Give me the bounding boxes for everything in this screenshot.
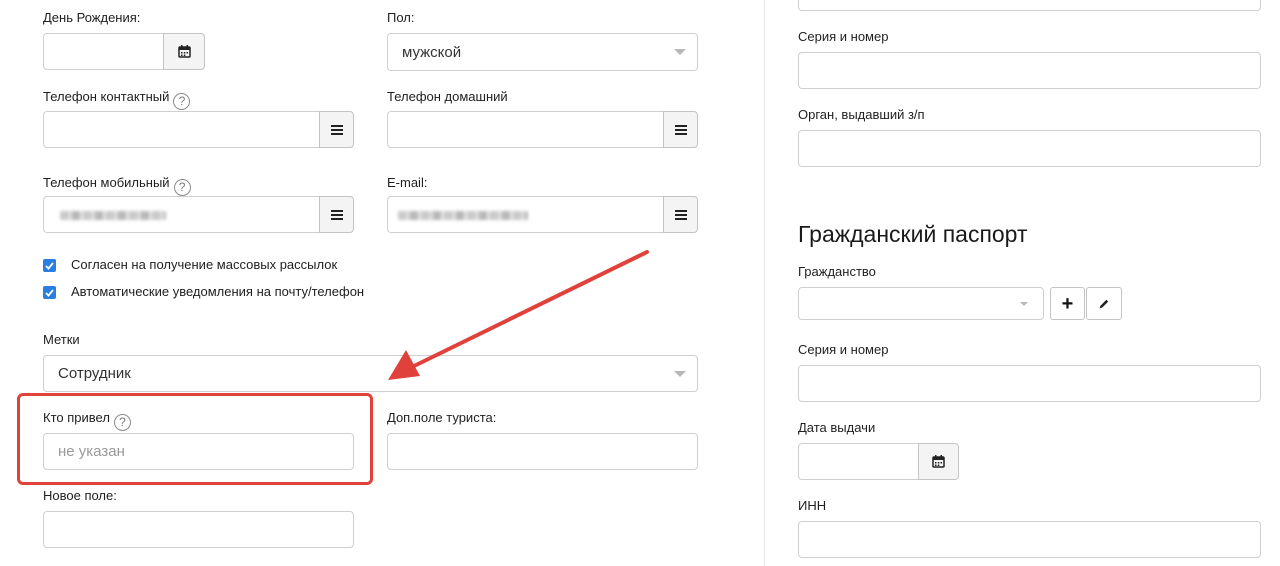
annotation-arrow <box>388 250 649 380</box>
tags-select-value: Сотрудник <box>58 365 131 382</box>
gender-select-value: мужской <box>402 43 462 61</box>
calendar-icon <box>932 455 945 468</box>
new-field-label: Новое поле: <box>43 488 117 503</box>
email-input[interactable] <box>387 196 665 233</box>
issue-date-input[interactable] <box>798 443 920 480</box>
annotation-highlight-box <box>17 393 373 485</box>
citizenship-label: Гражданство <box>798 264 876 279</box>
email-menu-button[interactable] <box>663 196 698 233</box>
issue-date-calendar-button[interactable] <box>918 443 959 480</box>
phone-mobile-input[interactable] <box>43 196 321 233</box>
column-divider <box>764 0 765 566</box>
check-icon <box>45 288 54 297</box>
auto-notify-checkbox[interactable] <box>43 286 56 299</box>
chevron-down-icon <box>1020 302 1028 306</box>
phone-mobile-label: Телефон мобильный? <box>43 175 191 196</box>
redacted-value <box>398 211 528 220</box>
serial-number-label-1: Серия и номер <box>798 29 889 44</box>
extra-field-input[interactable] <box>387 433 698 470</box>
consent-mailing-checkbox[interactable] <box>43 259 56 272</box>
menu-icon <box>674 124 687 135</box>
phone-home-input[interactable] <box>387 111 665 148</box>
civil-passport-title: Гражданский паспорт <box>798 221 1028 247</box>
phone-contact-label-text: Телефон контактный <box>43 89 170 104</box>
menu-icon <box>330 209 343 220</box>
phone-contact-input[interactable] <box>43 111 321 148</box>
inn-label: ИНН <box>798 498 827 513</box>
pencil-icon <box>1099 299 1109 308</box>
plus-icon: + <box>1061 292 1074 315</box>
tags-label: Метки <box>43 332 80 347</box>
help-icon[interactable]: ? <box>173 93 191 110</box>
chevron-down-icon <box>674 371 686 377</box>
serial-number-input-1[interactable] <box>798 52 1261 89</box>
phone-contact-label: Телефон контактный? <box>43 89 191 110</box>
check-icon <box>45 261 54 270</box>
new-field-input[interactable] <box>43 511 354 548</box>
phone-home-label: Телефон домашний <box>387 89 508 104</box>
issue-date-label: Дата выдачи <box>798 420 876 435</box>
redacted-value <box>60 211 166 220</box>
top-partial-input[interactable] <box>798 0 1261 11</box>
gender-label: Пол: <box>387 10 415 25</box>
email-label: E-mail: <box>387 175 428 190</box>
birthday-calendar-button[interactable] <box>163 33 205 70</box>
calendar-icon <box>177 45 191 58</box>
auto-notify-label: Автоматические уведомления на почту/теле… <box>71 284 365 299</box>
menu-icon <box>674 209 687 220</box>
issuer-input[interactable] <box>798 130 1261 167</box>
citizenship-select[interactable] <box>798 287 1044 320</box>
serial-number-input-2[interactable] <box>798 365 1261 402</box>
phone-mobile-label-text: Телефон мобильный <box>43 175 170 190</box>
inn-input[interactable] <box>798 521 1261 558</box>
chevron-down-icon <box>674 49 686 55</box>
edit-citizenship-button[interactable] <box>1086 287 1122 320</box>
help-icon[interactable]: ? <box>173 179 191 196</box>
birthday-input[interactable] <box>43 33 165 70</box>
birthday-label: День Рождения: <box>43 10 141 25</box>
extra-field-label: Доп.поле туриста: <box>387 410 497 425</box>
issuer-label: Орган, выдавший з/п <box>798 107 925 122</box>
consent-mailing-label: Согласен на получение массовых рассылок <box>71 257 338 272</box>
menu-icon <box>330 124 343 135</box>
phone-home-menu-button[interactable] <box>663 111 698 148</box>
gender-select[interactable]: мужской <box>387 33 698 71</box>
serial-number-label-2: Серия и номер <box>798 342 889 357</box>
phone-contact-menu-button[interactable] <box>319 111 354 148</box>
phone-mobile-menu-button[interactable] <box>319 196 354 233</box>
add-citizenship-button[interactable]: + <box>1050 287 1085 320</box>
